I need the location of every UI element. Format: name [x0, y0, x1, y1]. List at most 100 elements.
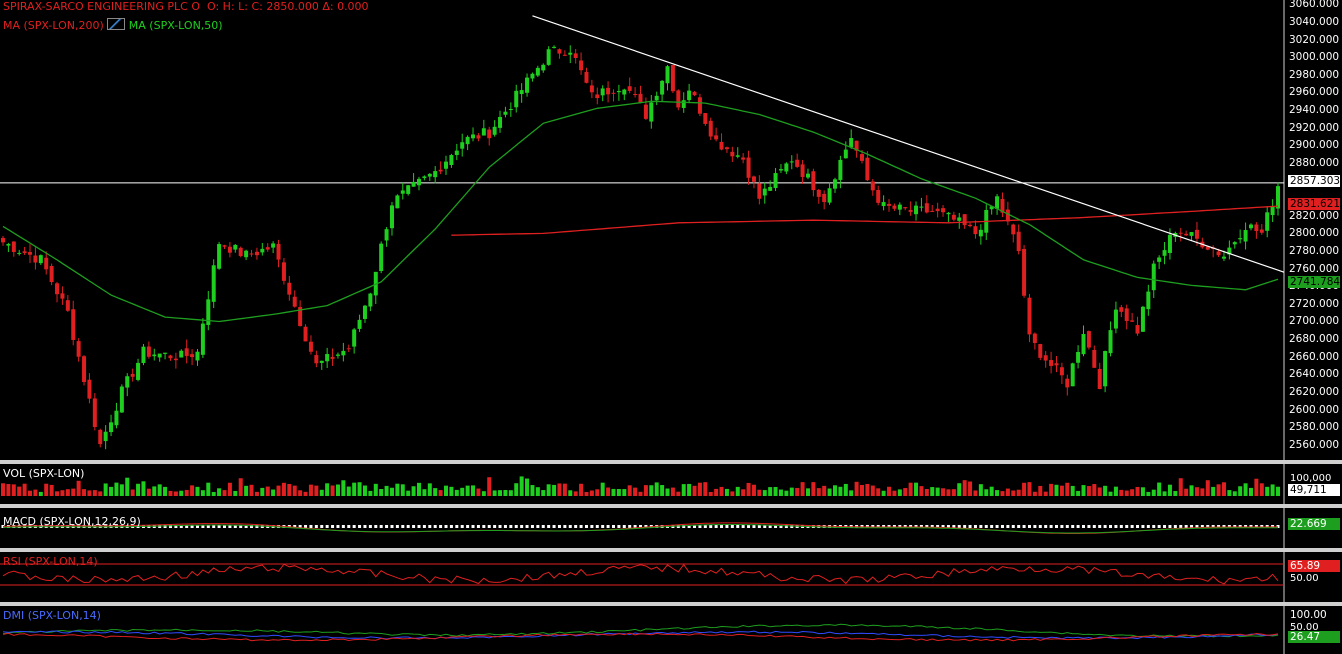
price-axis-tick: 2600.000	[1289, 403, 1340, 416]
volume-bar	[946, 489, 951, 496]
candle-body	[438, 169, 443, 172]
candle-body	[784, 163, 789, 172]
volume-bar	[1270, 484, 1275, 496]
volume-bar	[211, 491, 216, 496]
volume-bar	[1049, 483, 1054, 496]
macd-histogram-bar	[703, 525, 707, 528]
candle-body	[762, 188, 767, 196]
candle-body	[465, 136, 470, 145]
candle-body	[1265, 212, 1270, 231]
volume-pane[interactable]: VOL (SPX-LON) 100,000 49,711	[0, 464, 1342, 504]
candle-body	[1065, 378, 1070, 388]
candle-body	[71, 309, 76, 340]
volume-bar	[389, 487, 394, 496]
candle-body	[541, 64, 546, 71]
macd-histogram-bar	[395, 525, 399, 528]
volume-bar	[762, 490, 767, 496]
volume-bar	[1216, 484, 1221, 496]
volume-bar	[433, 488, 438, 496]
price-pane[interactable]: SPIRAX-SARCO ENGINEERING PLC O O: H: L: …	[0, 0, 1342, 460]
dmi-chart[interactable]	[0, 606, 1342, 654]
volume-bar	[141, 481, 146, 496]
rsi-pane[interactable]: RSI (SPX-LON,14) 65.89 50.00	[0, 552, 1342, 602]
candle-body	[697, 97, 702, 114]
candle-body	[384, 229, 389, 241]
volume-bar	[1243, 483, 1248, 496]
candle-body	[389, 205, 394, 229]
volume-tag: 49,711	[1288, 484, 1340, 496]
dmi-pane[interactable]: DMI (SPX-LON,14) 100.00 50.00 26.47	[0, 606, 1342, 654]
volume-bar	[1038, 485, 1043, 496]
macd-histogram-bar	[1092, 525, 1096, 528]
volume-bar	[649, 485, 654, 496]
candle-body	[330, 356, 335, 359]
candle-body	[832, 179, 837, 189]
macd-histogram-bar	[720, 525, 724, 528]
candle-body	[724, 147, 729, 150]
volume-chart[interactable]	[0, 464, 1342, 504]
candle-body	[687, 90, 692, 101]
macd-histogram-bar	[984, 525, 988, 528]
macd-histogram-bar	[1098, 525, 1102, 528]
candle-body	[152, 354, 157, 357]
candle-body	[827, 188, 832, 203]
macd-histogram-bar	[1038, 525, 1042, 528]
price-axis-tick: 2560.000	[1289, 438, 1340, 451]
candle-body	[1270, 205, 1275, 216]
candle-body	[1092, 350, 1097, 368]
candle-body	[865, 157, 870, 181]
macd-histogram-bar	[503, 525, 507, 528]
candle-body	[616, 91, 621, 93]
candle	[379, 241, 384, 274]
candle-body	[449, 155, 454, 166]
volume-bar	[384, 485, 389, 496]
volume-bar	[638, 491, 643, 496]
price-chart[interactable]	[0, 0, 1342, 460]
volume-bar	[595, 489, 600, 496]
candle-body	[870, 181, 875, 191]
macd-histogram-bar	[1054, 525, 1058, 528]
volume-bar	[400, 484, 405, 496]
macd-histogram-bar	[541, 525, 545, 528]
volume-bar	[292, 485, 297, 496]
candle	[92, 393, 97, 431]
macd-histogram-bar	[1049, 525, 1053, 528]
volume-bar	[281, 482, 286, 496]
candle-body	[1027, 297, 1032, 335]
candle-body	[233, 244, 238, 250]
volume-bar	[476, 488, 481, 496]
candle-body	[633, 94, 638, 96]
candle-body	[125, 376, 130, 388]
candle-body	[919, 206, 924, 208]
macd-histogram-bar	[547, 525, 551, 528]
candle-body	[503, 111, 508, 115]
volume-bar	[44, 483, 49, 496]
macd-histogram-bar	[1119, 525, 1123, 528]
candle-body	[444, 161, 449, 169]
candle-body	[379, 243, 384, 272]
macd-chart[interactable]	[0, 508, 1342, 548]
macd-histogram-bar	[514, 525, 518, 528]
macd-histogram-bar	[1163, 525, 1167, 528]
volume-bar	[254, 491, 259, 496]
macd-histogram-bar	[579, 525, 583, 528]
volume-bar	[800, 482, 805, 496]
price-axis-tick: 2920.000	[1289, 121, 1340, 134]
volume-bar	[481, 491, 486, 496]
volume-bar	[633, 487, 638, 496]
volume-bar	[438, 490, 443, 496]
price-axis: 3060.000 3040.000 3020.000 3000.000 2980.000…	[1285, 0, 1342, 460]
volume-bar	[6, 484, 11, 496]
candle-body	[346, 348, 351, 350]
candle-body	[325, 354, 330, 362]
candle-body	[184, 348, 189, 356]
rsi-chart[interactable]	[0, 552, 1342, 602]
macd-histogram-bar	[363, 525, 367, 528]
candle-body	[600, 88, 605, 96]
macd-histogram-bar	[455, 525, 459, 528]
volume-bar	[584, 491, 589, 496]
candle-body	[211, 265, 216, 302]
macd-pane[interactable]: MACD (SPX-LON,12,26,9) 22.669	[0, 508, 1342, 548]
volume-bar	[200, 490, 205, 496]
candle-body	[1124, 308, 1129, 321]
